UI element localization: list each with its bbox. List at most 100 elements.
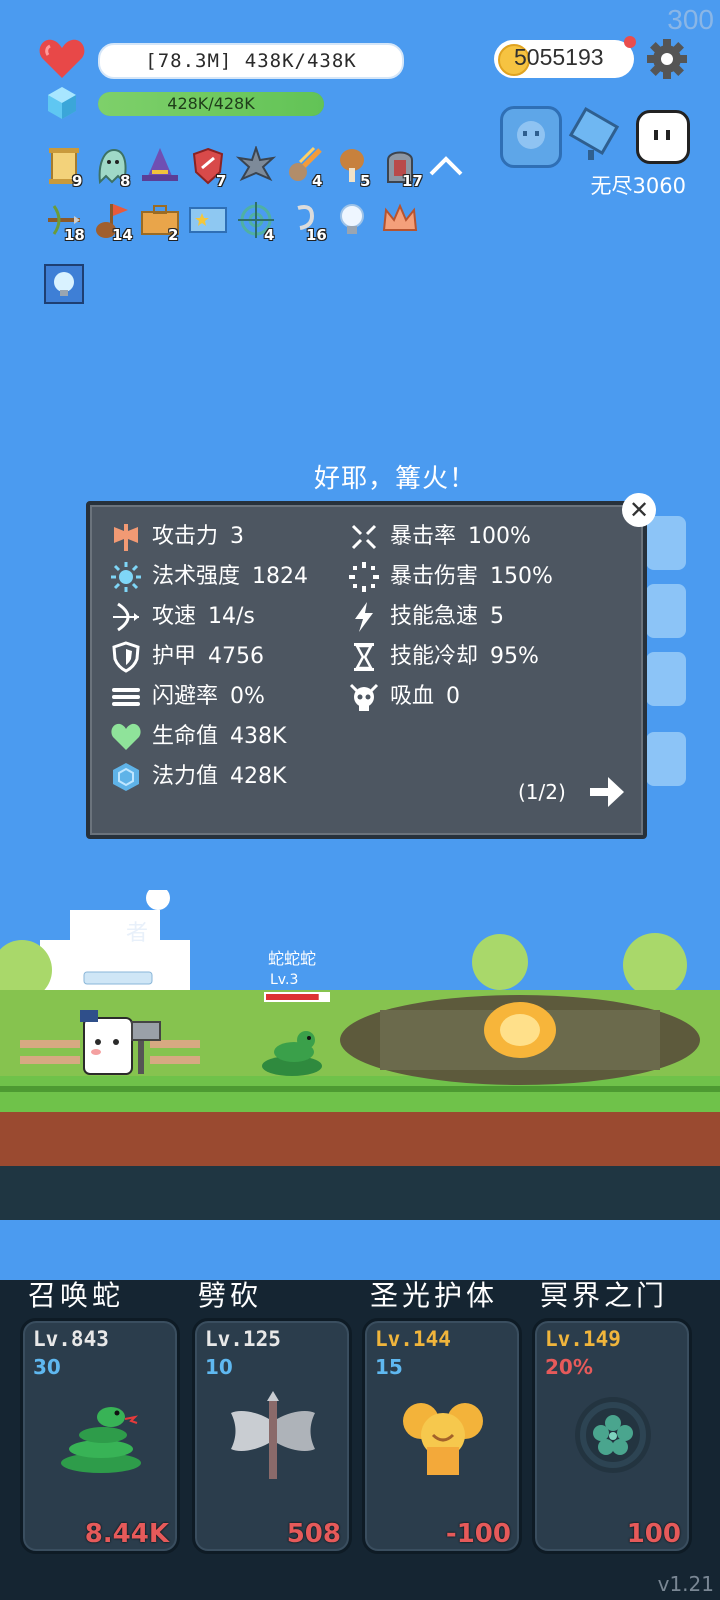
skill-name: 圣光护体	[370, 1279, 499, 1312]
inventory-item[interactable]: 4	[284, 146, 324, 190]
hp-bar: [78.3M] 438K/438K	[98, 43, 404, 79]
eye	[654, 130, 658, 140]
skill-level: Lv.843	[33, 1327, 109, 1351]
stat-row: 攻击力 3	[110, 517, 360, 557]
inventory-item[interactable]: 18	[44, 200, 85, 244]
stat-row: 暴击率 100%	[348, 517, 618, 557]
stat-row: 生命值 438K	[110, 717, 360, 757]
campfire-ruins	[340, 995, 700, 1085]
enemy-name-label: 蛇蛇蛇	[268, 949, 317, 968]
stat-value: 100%	[468, 524, 531, 549]
stat-value: 150%	[490, 564, 553, 589]
skill-value: 100	[626, 1519, 681, 1549]
skill-name: 冥界之门	[540, 1279, 669, 1312]
inventory-item[interactable]: 2	[140, 200, 180, 244]
side-tab[interactable]	[646, 652, 686, 706]
side-tab[interactable]	[646, 732, 686, 786]
skill-card-summon-snake[interactable]: Lv.843 30 8.44K	[20, 1318, 180, 1554]
endless-mode-label[interactable]: 无尽3060	[591, 170, 686, 200]
stat-label: 暴击率	[390, 524, 457, 549]
wizard-hat-icon	[142, 148, 178, 181]
stat-value: 1824	[252, 564, 309, 589]
inventory-item[interactable]: 14	[92, 200, 133, 244]
stat-label: 攻击力	[152, 524, 219, 549]
ghost-character-icon	[517, 121, 545, 149]
event-character-button[interactable]	[500, 106, 562, 168]
stat-value: 3	[230, 524, 245, 549]
side-tab[interactable]	[646, 584, 686, 638]
gear-icon[interactable]	[646, 38, 688, 80]
dodge-icon	[112, 688, 140, 706]
fps-counter: 300	[667, 4, 714, 35]
stat-row: 技能急速 5	[348, 597, 618, 637]
side-tab[interactable]	[646, 516, 686, 570]
inventory-item[interactable]: 17	[380, 146, 423, 190]
close-button[interactable]: ✕	[622, 493, 656, 527]
inventory-item[interactable]	[188, 200, 228, 244]
map-scroll-icon[interactable]	[566, 106, 626, 164]
mana-icon	[113, 763, 139, 791]
stat-row: 闪避率 0%	[110, 677, 360, 717]
buff-slot[interactable]	[44, 264, 84, 304]
stat-label: 闪避率	[152, 684, 219, 709]
inventory-item[interactable]: 16	[284, 200, 327, 244]
chevron-up-icon[interactable]	[428, 154, 464, 178]
bulb-buff-icon	[54, 272, 74, 296]
stat-row: 攻速 14/s	[110, 597, 360, 637]
inventory-item[interactable]	[332, 200, 372, 244]
stat-row: 法力值 428K	[110, 757, 360, 797]
inventory-item[interactable]: 7	[188, 146, 228, 190]
stats-left-column: 攻击力 3 法术强度 1824 攻速 14/s 护甲 4756 闪避率 0% 生…	[110, 517, 360, 797]
item-count: 4	[312, 172, 323, 190]
inventory-item[interactable]: 8	[92, 146, 132, 190]
inventory-item[interactable]: 4	[236, 200, 276, 244]
event-title: 好耶，篝火！	[313, 464, 476, 494]
portal-icon	[575, 1397, 651, 1473]
skull-icon	[349, 683, 379, 711]
gold-amount: 5055193	[514, 44, 604, 70]
inventory-item[interactable]	[235, 144, 277, 190]
spiked-ball-icon	[235, 144, 277, 182]
skill-level: Lv.144	[375, 1327, 451, 1351]
stats-right-column: 暴击率 100% 暴击伤害 150% 技能急速 5 技能冷却 95% 吸血 0	[348, 517, 618, 717]
skill-value: 508	[286, 1519, 341, 1549]
stat-row: 法术强度 1824	[110, 557, 360, 597]
item-count: 2	[168, 226, 179, 244]
stat-value: 95%	[490, 644, 539, 669]
crit-icon	[351, 524, 377, 550]
skill-name: 召唤蛇	[28, 1279, 125, 1312]
stat-label: 攻速	[152, 604, 197, 629]
item-count: 9	[72, 172, 83, 190]
hourglass-icon	[354, 643, 374, 671]
skill-cost: 10	[205, 1355, 233, 1379]
inventory-item[interactable]	[140, 146, 180, 190]
skill-cost: 20%	[545, 1355, 593, 1379]
stat-value: 0	[446, 684, 461, 709]
stat-value: 14/s	[208, 604, 255, 629]
skill-cost: 15	[375, 1355, 403, 1379]
item-count: 14	[112, 226, 133, 244]
arrow-right-icon[interactable]	[588, 775, 626, 809]
skill-cost: 30	[33, 1355, 61, 1379]
sun-icon	[111, 562, 141, 592]
inventory-item[interactable]	[380, 200, 420, 244]
stat-value: 428K	[230, 764, 287, 789]
inventory-item[interactable]: 9	[44, 146, 84, 190]
stat-value: 438K	[230, 724, 287, 749]
skill-card-underworld-gate[interactable]: Lv.149 20% 100	[532, 1318, 692, 1554]
skill-value: -100	[445, 1519, 511, 1549]
stat-row: 吸血 0	[348, 677, 618, 717]
ghost-face-button[interactable]	[636, 110, 690, 164]
angel-icon	[403, 1403, 483, 1475]
page-indicator: (1/2)	[518, 780, 566, 804]
inventory-item[interactable]: 5	[332, 146, 372, 190]
snake-icon	[61, 1407, 141, 1473]
stat-label: 法术强度	[152, 564, 241, 589]
crown-icon	[382, 203, 418, 231]
hero-bar	[83, 971, 153, 985]
skill-card-holy-shield[interactable]: Lv.144 15 -100	[362, 1318, 522, 1554]
mana-crystal-icon	[48, 87, 76, 119]
skill-card-cleave[interactable]: Lv.125 10 508	[192, 1318, 352, 1554]
item-count: 16	[306, 226, 327, 244]
item-count: 4	[264, 226, 275, 244]
